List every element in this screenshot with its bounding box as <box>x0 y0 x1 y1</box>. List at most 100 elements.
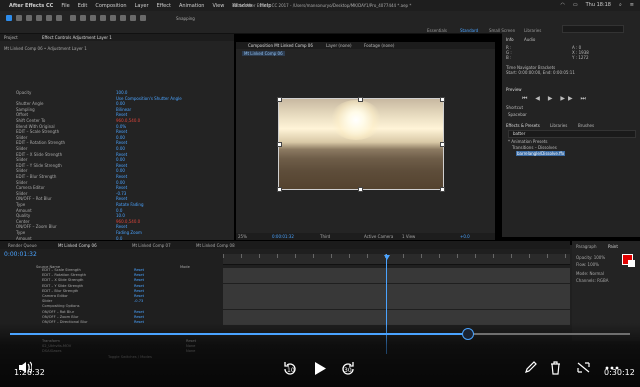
effect-property-value[interactable]: 0.00 <box>116 157 125 162</box>
volume-icon[interactable] <box>18 361 33 378</box>
transform-handle[interactable] <box>358 187 363 192</box>
snapping-checkbox[interactable]: Snapping <box>176 16 195 21</box>
tab-effects-presets[interactable]: Effects & Presets <box>506 123 540 128</box>
effect-property-value[interactable]: 960.0,540.0 <box>116 118 140 123</box>
effect-property-value[interactable]: Reset <box>116 129 127 134</box>
timeline-layer-value[interactable]: -0.73 <box>134 299 143 304</box>
effect-property-value[interactable]: 0.00 <box>116 168 125 173</box>
effect-property-value[interactable]: -0.73 <box>116 191 126 196</box>
tab-info[interactable]: Info <box>506 37 514 42</box>
brush-tool-icon[interactable] <box>100 15 106 21</box>
trash-icon[interactable] <box>549 361 562 379</box>
effect-property-value[interactable]: Bilinear <box>116 107 131 112</box>
effect-property-value[interactable]: Rotate Fading <box>116 202 143 207</box>
tab-comp-06[interactable]: Mt Linked Comp 06 <box>58 243 97 248</box>
tab-audio[interactable]: Audio <box>524 37 535 42</box>
workspace-essentials[interactable]: Essentials <box>427 28 447 33</box>
help-search-input[interactable] <box>562 25 624 33</box>
menu-list-icon[interactable]: ≡ <box>630 2 634 8</box>
transform-handle[interactable] <box>358 97 363 102</box>
column-mode[interactable]: Mode <box>180 265 190 269</box>
effect-property-value[interactable]: 0.00 <box>116 180 125 185</box>
transform-handle[interactable] <box>440 97 445 102</box>
menu-animation[interactable]: Animation <box>179 3 205 9</box>
tab-libraries[interactable]: Libraries <box>550 123 567 128</box>
workspace-standard[interactable]: Standard <box>460 28 478 33</box>
tab-project[interactable]: Project <box>4 35 18 40</box>
tab-paint[interactable]: Paint <box>608 244 618 249</box>
effect-property-value[interactable]: Reset <box>116 224 127 229</box>
clone-tool-icon[interactable] <box>110 15 116 21</box>
pen-tool-icon[interactable] <box>80 15 86 21</box>
pencil-icon[interactable] <box>524 361 537 378</box>
tree-preset-item[interactable]: barrelangle/Dissolve.ffx <box>516 151 566 156</box>
menu-layer[interactable]: Layer <box>135 3 149 9</box>
menu-file[interactable]: File <box>61 3 69 9</box>
transform-handle[interactable] <box>440 142 445 147</box>
timeline-timecode[interactable]: 0:00:01:32 <box>4 251 37 258</box>
play-icon[interactable] <box>313 361 327 380</box>
paint-opacity[interactable]: Opacity: 100% <box>576 255 605 260</box>
effect-property-value[interactable]: 0.0% <box>116 124 126 129</box>
effect-property-value[interactable]: 10.0 <box>116 213 125 218</box>
exposure-value[interactable]: +0.0 <box>460 234 470 239</box>
tab-brushes[interactable]: Brushes <box>578 123 594 128</box>
effect-property-value[interactable]: 0.00 <box>116 146 125 151</box>
eraser-tool-icon[interactable] <box>120 15 126 21</box>
zoom-tool-icon[interactable] <box>26 15 32 21</box>
paint-mode[interactable]: Mode: Normal <box>576 271 604 276</box>
pan-behind-tool-icon[interactable] <box>56 15 62 21</box>
hand-tool-icon[interactable] <box>16 15 22 21</box>
search-icon[interactable]: ⌕ <box>619 2 622 8</box>
tab-paragraph[interactable]: Paragraph <box>576 244 597 249</box>
battery-icon[interactable]: ▭ <box>573 2 578 8</box>
effect-property-value[interactable]: Reset <box>116 185 127 190</box>
clock[interactable]: Thu 18:18 <box>586 2 611 8</box>
tab-layer[interactable]: Layer (none) <box>326 43 352 48</box>
background-color-swatch[interactable] <box>628 260 635 267</box>
comp-breadcrumb[interactable]: Mt Linked Comp 06 <box>242 51 285 56</box>
camera-tool-icon[interactable] <box>46 15 52 21</box>
effect-property-value[interactable]: Reset <box>116 112 127 117</box>
app-menu[interactable]: After Effects CC <box>9 3 53 9</box>
transform-handle[interactable] <box>277 142 282 147</box>
tree-animation-presets[interactable]: * Animation Presets <box>508 139 548 144</box>
menu-edit[interactable]: Edit <box>78 3 88 9</box>
view-dropdown[interactable]: 1 View <box>402 234 415 239</box>
time-ruler[interactable] <box>223 254 570 265</box>
resolution-dropdown[interactable]: Third <box>320 234 330 239</box>
tab-render-queue[interactable]: Render Queue <box>8 243 37 248</box>
effect-property-value[interactable]: Reset <box>116 140 127 145</box>
comp-timecode[interactable]: 0:00:01:32 <box>272 234 294 239</box>
shortcut-dropdown[interactable]: Spacebar <box>508 112 527 117</box>
roto-tool-icon[interactable] <box>130 15 136 21</box>
playhead-handle-icon[interactable] <box>384 255 390 260</box>
menu-composition[interactable]: Composition <box>95 3 126 9</box>
rotate-tool-icon[interactable] <box>36 15 42 21</box>
effect-property-value[interactable]: 0.0 <box>116 236 122 241</box>
tab-comp-08[interactable]: Mt Linked Comp 08 <box>196 243 235 248</box>
tree-transitions-dissolves[interactable]: Transitions – Dissolves <box>512 145 557 150</box>
effect-property-value[interactable]: 0.0 <box>116 208 122 213</box>
effect-property-value[interactable]: Reset <box>116 174 127 179</box>
tab-comp-07[interactable]: Mt Linked Comp 07 <box>132 243 171 248</box>
effect-property-value[interactable]: Reset <box>116 152 127 157</box>
selection-tool-icon[interactable] <box>6 15 12 21</box>
tab-composition[interactable]: Composition Mt Linked Comp 06 <box>248 43 313 48</box>
tab-footage[interactable]: Footage (none) <box>364 43 394 48</box>
effect-property-value[interactable]: 100.0 <box>116 90 127 95</box>
effect-property-value[interactable]: Reset <box>116 196 127 201</box>
menu-view[interactable]: View <box>212 3 224 9</box>
type-tool-icon[interactable] <box>90 15 96 21</box>
effects-search-input[interactable]: batter <box>508 130 636 138</box>
effect-property-value[interactable]: Use Composition's Shutter Angle <box>116 96 182 101</box>
rectangle-tool-icon[interactable] <box>70 15 76 21</box>
wifi-icon[interactable]: ◠ <box>560 2 564 8</box>
transform-handle[interactable] <box>277 187 282 192</box>
effect-property-value[interactable]: 0.00 <box>116 135 125 140</box>
zoom-dropdown[interactable]: 25% <box>238 234 247 239</box>
effect-property-value[interactable]: 960.0,540.0 <box>116 219 140 224</box>
camera-dropdown[interactable]: Active Camera <box>364 234 393 239</box>
paint-flow[interactable]: Flow: 100% <box>576 262 599 267</box>
paint-channels[interactable]: Channels: RGBA <box>576 278 608 283</box>
